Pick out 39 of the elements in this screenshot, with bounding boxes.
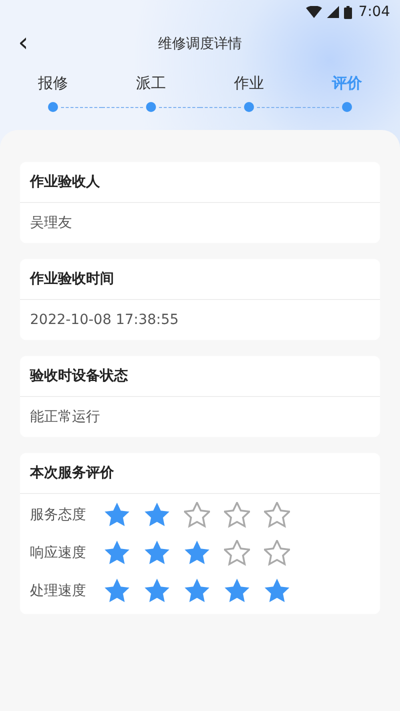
page-title: 维修调度详情 [158,35,242,53]
step-dot [48,102,58,112]
star-icon[interactable] [224,540,250,566]
step-dot [146,102,156,112]
step-dot [244,102,254,112]
star-icon[interactable] [224,502,250,528]
back-button[interactable]: ‹ [14,30,32,56]
rating-label: 响应速度 [30,544,87,562]
star-icon[interactable] [184,540,210,566]
star-icon[interactable] [104,540,130,566]
card-title: 验收时设备状态 [30,367,128,385]
card-value: 吴理友 [30,214,72,232]
card-title: 作业验收时间 [30,270,114,288]
star-icon[interactable] [104,502,130,528]
star-icon[interactable] [264,540,290,566]
star-icon[interactable] [264,578,290,604]
star-icon[interactable] [144,578,170,604]
card-value: 2022-10-08 17:38:55 [30,312,179,328]
step-label: 作业 [234,74,264,93]
card-value: 能正常运行 [30,408,100,426]
star-icon[interactable] [264,502,290,528]
star-icon[interactable] [184,578,210,604]
status-time: 7:04 [358,4,390,20]
rating-label: 处理速度 [30,582,87,600]
signal-icon [326,6,339,18]
rating-label: 服务态度 [30,506,87,524]
wifi-icon [306,6,322,18]
star-icon[interactable] [104,578,130,604]
step-dot [342,102,352,112]
card-title: 本次服务评价 [30,464,114,482]
step-label: 报修 [38,74,68,93]
step-label: 派工 [136,74,166,93]
battery-icon [344,6,352,18]
star-icon[interactable] [224,578,250,604]
star-icon[interactable] [144,540,170,566]
step-label: 评价 [332,74,362,93]
card-title: 作业验收人 [30,173,100,191]
star-icon[interactable] [144,502,170,528]
star-icon[interactable] [184,502,210,528]
